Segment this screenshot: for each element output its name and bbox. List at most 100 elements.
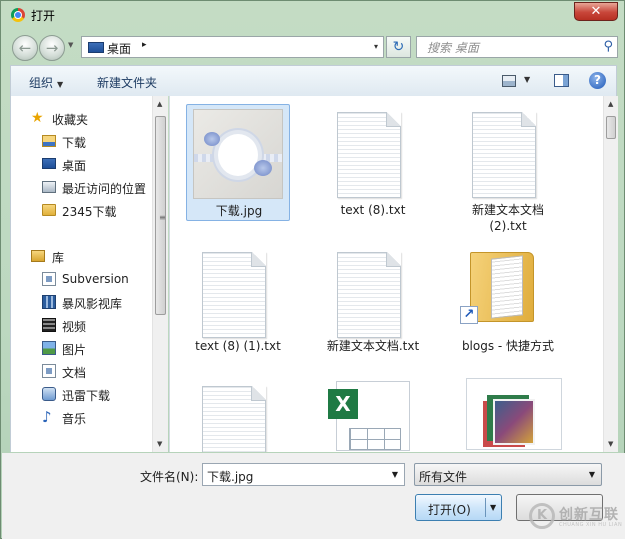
search-box[interactable]: ⚲ <box>416 36 618 58</box>
nav-item-downloads[interactable]: 下载 <box>11 131 153 151</box>
file-type-value: 所有文件 <box>419 470 468 484</box>
watermark-text: 创新互联 <box>559 507 619 523</box>
excel-logo-icon: X <box>328 389 358 419</box>
help-icon[interactable]: ? <box>589 72 606 89</box>
image-thumbnail-icon <box>193 109 283 199</box>
scroll-down-icon[interactable]: ▼ <box>157 440 162 448</box>
text-file-icon <box>337 252 401 338</box>
scroll-down-icon[interactable]: ▼ <box>608 440 613 448</box>
media-library-icon <box>42 295 56 309</box>
chrome-icon <box>11 8 25 22</box>
nav-item-thunder-downloads[interactable]: 迅雷下载 <box>11 384 153 404</box>
file-item[interactable]: 新建文本文档.txt <box>321 244 425 361</box>
open-button[interactable]: 打开(O) ▼ <box>415 494 502 521</box>
scroll-up-icon[interactable]: ▲ <box>157 100 162 108</box>
file-item[interactable]: X <box>328 381 432 452</box>
title-bar: 打开 ✕ <box>1 1 624 30</box>
file-type-select[interactable]: 所有文件 ▼ <box>414 463 602 486</box>
open-options-dropdown-icon[interactable]: ▼ <box>490 503 496 512</box>
nav-item-label: 桌面 <box>62 159 87 173</box>
address-bar[interactable]: 桌面 ▸ ▾ <box>81 36 384 58</box>
folder-icon <box>470 252 534 322</box>
filename-value[interactable]: 下载.jpg <box>207 468 253 485</box>
text-file-icon <box>472 112 536 198</box>
nav-item-videos[interactable]: 视频 <box>11 315 153 335</box>
download-folder-icon <box>42 135 56 147</box>
file-name: 新建文本文档 (2).txt <box>471 203 544 233</box>
forward-button[interactable]: → <box>39 35 65 61</box>
star-icon: ★ <box>31 110 44 126</box>
nav-item-pictures[interactable]: 图片 <box>11 338 153 358</box>
file-item[interactable]: text (8) (1).txt <box>186 244 290 361</box>
file-item[interactable]: 下载.jpg <box>186 104 290 221</box>
image-thumbnail-icon <box>466 378 562 450</box>
text-file-icon <box>202 252 266 338</box>
back-arrow-icon: ← <box>18 39 32 57</box>
file-item[interactable] <box>186 378 290 452</box>
address-location[interactable]: 桌面 <box>107 40 131 57</box>
scroll-thumb[interactable] <box>606 116 616 139</box>
file-list: 下载.jpg text (8).txt 新建文本文档 (2).txt text … <box>169 96 603 452</box>
nav-item-media-library[interactable]: 暴风影视库 <box>11 292 153 312</box>
nav-item-label: 下载 <box>62 136 87 150</box>
filename-label: 文件名(N): <box>140 470 199 484</box>
window-title: 打开 <box>31 9 56 23</box>
watermark: K 创新互联 CHUANG XIN HU LIAN <box>529 501 625 533</box>
filename-input[interactable]: 下载.jpg ▼ <box>202 463 405 486</box>
nav-item-label: 图片 <box>62 343 87 357</box>
file-name: text (8) (1).txt <box>195 339 281 353</box>
file-name: 下载.jpg <box>215 204 263 218</box>
scroll-up-icon[interactable]: ▲ <box>608 100 613 108</box>
nav-item-label: 2345下载 <box>62 205 117 219</box>
new-folder-button[interactable]: 新建文件夹 <box>97 74 157 91</box>
desktop-icon <box>88 42 104 53</box>
watermark-subtext: CHUANG XIN HU LIAN <box>559 522 623 528</box>
navigation-pane: ★ 收藏夹 下载 桌面 最近访问的位置 2345下载 库 Subversion <box>10 96 168 452</box>
library-icon <box>31 250 45 262</box>
shortcut-arrow-icon: ↗ <box>460 306 478 324</box>
close-button[interactable]: ✕ <box>574 2 618 21</box>
nav-item-libraries[interactable]: 库 <box>11 246 153 266</box>
view-dropdown-icon[interactable]: ▼ <box>524 75 530 84</box>
organize-label: 组织 <box>29 76 54 90</box>
forward-arrow-icon: → <box>45 39 59 57</box>
folder-icon <box>42 204 56 216</box>
refresh-icon: ↻ <box>392 39 405 55</box>
file-item[interactable]: 新建文本文档 (2).txt <box>456 104 560 239</box>
back-button[interactable]: ← <box>12 35 38 61</box>
view-options-icon[interactable] <box>502 75 516 87</box>
chevron-down-icon[interactable]: ▼ <box>392 470 398 479</box>
nav-item-favorites[interactable]: ★ 收藏夹 <box>11 108 153 128</box>
file-item[interactable]: ↗ blogs - 快捷方式 <box>456 238 560 373</box>
document-icon <box>42 272 56 286</box>
search-icon[interactable]: ⚲ <box>603 39 613 54</box>
file-item[interactable]: text (8).txt <box>321 104 425 221</box>
refresh-button[interactable]: ↻ <box>386 36 411 58</box>
search-input[interactable] <box>425 40 595 55</box>
history-dropdown-icon[interactable]: ▼ <box>68 41 73 49</box>
nav-item-label: 视频 <box>62 320 87 334</box>
grip-icon: ≡ <box>159 213 166 222</box>
file-item[interactable] <box>466 378 570 452</box>
address-dropdown-icon[interactable]: ▾ <box>374 42 378 51</box>
nav-item-recent-places[interactable]: 最近访问的位置 <box>11 177 153 197</box>
nav-item-documents[interactable]: 文档 <box>11 361 153 381</box>
organize-button[interactable]: 组织 ▼ <box>29 74 63 91</box>
breadcrumb-arrow-icon[interactable]: ▸ <box>142 40 147 50</box>
file-list-scrollbar[interactable]: ▲ ▼ <box>603 96 618 452</box>
preview-pane-icon[interactable] <box>554 74 569 87</box>
file-name: blogs - 快捷方式 <box>461 339 555 353</box>
chevron-down-icon[interactable]: ▼ <box>589 470 595 479</box>
nav-item-music[interactable]: ♪ 音乐 <box>11 407 153 427</box>
nav-item-desktop[interactable]: 桌面 <box>11 154 153 174</box>
scroll-thumb[interactable]: ≡ <box>155 116 166 315</box>
nav-item-subversion[interactable]: Subversion <box>11 269 153 289</box>
navigation-scrollbar[interactable]: ▲ ≡ ▼ <box>152 96 168 452</box>
nav-item-label: 文档 <box>62 366 87 380</box>
text-file-icon <box>202 386 266 452</box>
split-divider <box>485 498 486 517</box>
video-icon <box>42 318 56 332</box>
nav-item-label: 库 <box>52 251 65 265</box>
open-button-label: 打开(O) <box>428 503 471 517</box>
nav-item-2345-downloads[interactable]: 2345下载 <box>11 200 153 220</box>
